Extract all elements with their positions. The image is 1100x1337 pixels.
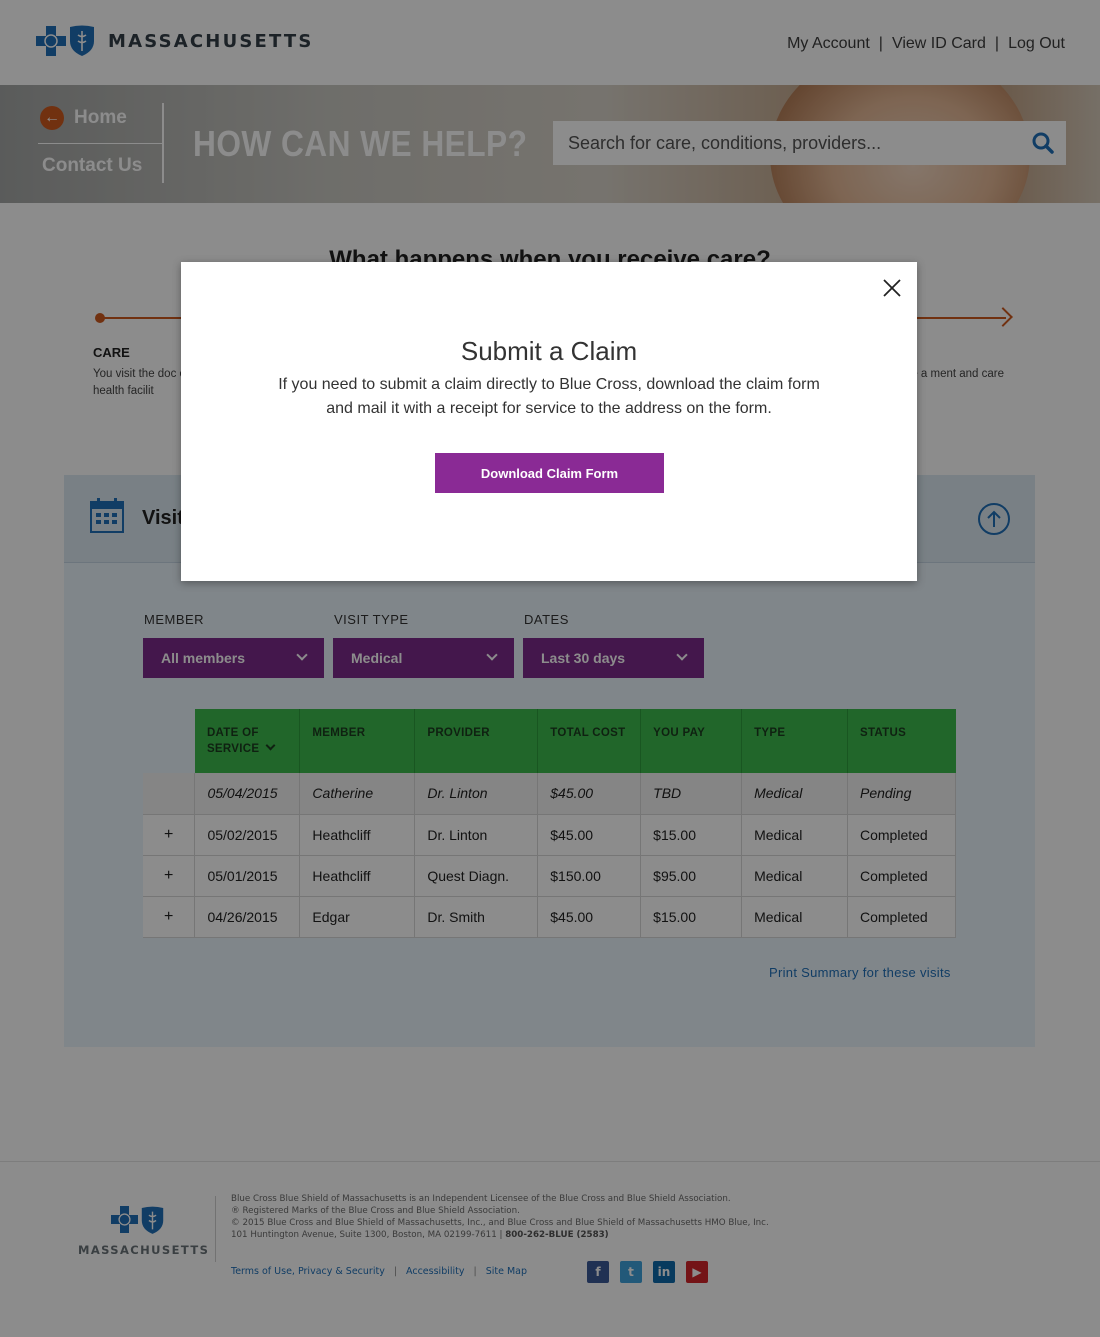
modal-title: Submit a Claim [460, 336, 638, 366]
close-button[interactable] [881, 277, 903, 299]
close-icon [883, 279, 901, 297]
modal-body: If you need to submit a claim directly t… [278, 376, 820, 417]
download-claim-form-button[interactable]: Download Claim Form [435, 453, 664, 493]
modal-overlay[interactable] [0, 0, 1100, 1337]
submit-claim-modal: Submit a Claim If you need to submit a c… [181, 262, 917, 581]
